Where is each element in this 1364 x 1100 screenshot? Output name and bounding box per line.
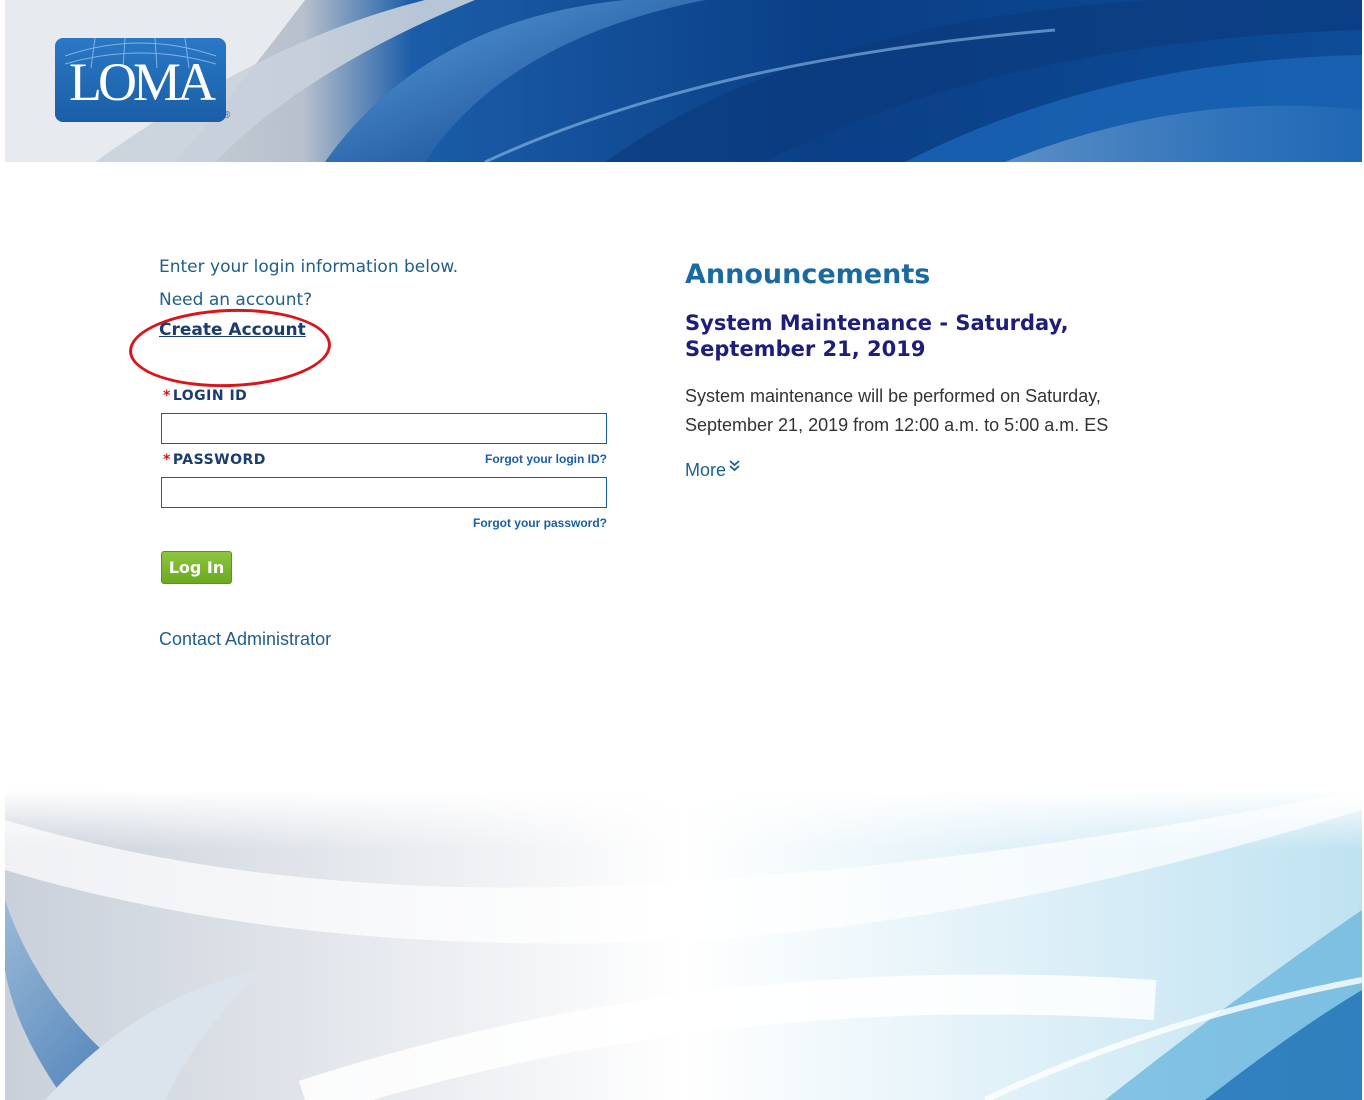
password-input[interactable] <box>161 477 607 508</box>
announcement-more-link[interactable]: More <box>685 460 740 481</box>
login-id-input[interactable] <box>161 413 607 444</box>
login-id-label: * LOGIN ID <box>163 388 247 404</box>
more-label: More <box>685 460 727 480</box>
contact-administrator-link[interactable]: Contact Administrator <box>159 629 331 650</box>
forgot-password-link[interactable]: Forgot your password? <box>407 516 607 530</box>
password-label: * PASSWORD <box>163 452 266 468</box>
login-id-label-text: LOGIN ID <box>172 388 248 404</box>
announcement-body: System maintenance will be performed on … <box>685 386 1109 435</box>
loma-logo[interactable]: LOMA <box>55 38 226 122</box>
login-page: LOMA ® Enter your login information belo… <box>0 0 1364 1100</box>
forgot-login-id-link[interactable]: Forgot your login ID? <box>430 452 607 466</box>
footer-swoosh-graphic <box>5 790 1362 1100</box>
required-marker: * <box>163 452 171 468</box>
password-label-text: PASSWORD <box>172 452 266 468</box>
double-chevron-down-icon <box>729 460 740 474</box>
header-banner: LOMA <box>5 0 1362 162</box>
login-intro-text: Enter your login information below. <box>159 257 459 277</box>
login-button[interactable]: Log In <box>161 551 232 584</box>
need-account-text: Need an account? <box>159 290 313 310</box>
registered-mark: ® <box>223 110 231 121</box>
required-marker: * <box>163 388 171 404</box>
logo-wordmark: LOMA <box>69 52 216 112</box>
announcements-heading: Announcements <box>685 259 931 290</box>
announcement-headline: System Maintenance - Saturday, September… <box>685 311 1069 361</box>
